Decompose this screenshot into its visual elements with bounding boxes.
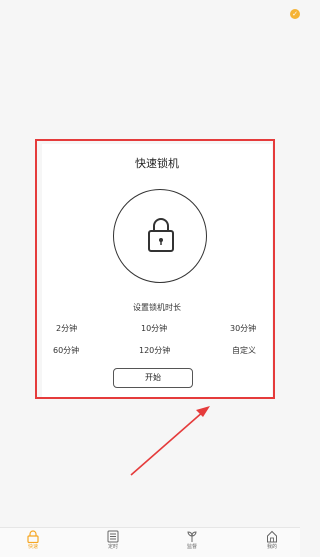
tab-quick[interactable]: 快速 [18, 530, 48, 556]
option-custom[interactable]: 自定义 [232, 345, 256, 356]
tab-label: 我的 [266, 544, 277, 550]
plant-icon [187, 531, 197, 542]
lock-icon [27, 530, 39, 543]
tab-label: 快速 [27, 544, 38, 550]
list-icon [107, 530, 119, 543]
tab-supervise[interactable]: 监督 [177, 530, 207, 556]
tab-timer[interactable]: 定时 [98, 530, 128, 556]
card-title: 快速锁机 [135, 157, 179, 170]
lock-icon [148, 218, 174, 252]
bottom-tab-bar: 快速 定时 监督 我的 [0, 527, 300, 557]
tab-label: 定时 [107, 544, 118, 550]
option-60min[interactable]: 60分钟 [53, 345, 79, 356]
lock-circle [113, 189, 207, 283]
start-button[interactable]: 开始 [113, 368, 193, 388]
option-2min[interactable]: 2分钟 [56, 323, 77, 334]
home-icon [267, 530, 277, 543]
option-30min[interactable]: 30分钟 [230, 323, 256, 334]
duration-label: 设置锁机时长 [133, 303, 181, 312]
tab-label: 监督 [186, 544, 197, 550]
status-badge: ✓ [290, 9, 300, 19]
quick-lock-card: 快速锁机 设置锁机时长 2分钟 10分钟 30分钟 60分钟 120分钟 自定义… [42, 144, 272, 397]
tab-mine[interactable]: 我的 [257, 530, 287, 556]
option-10min[interactable]: 10分钟 [141, 323, 167, 334]
option-120min[interactable]: 120分钟 [139, 345, 170, 356]
